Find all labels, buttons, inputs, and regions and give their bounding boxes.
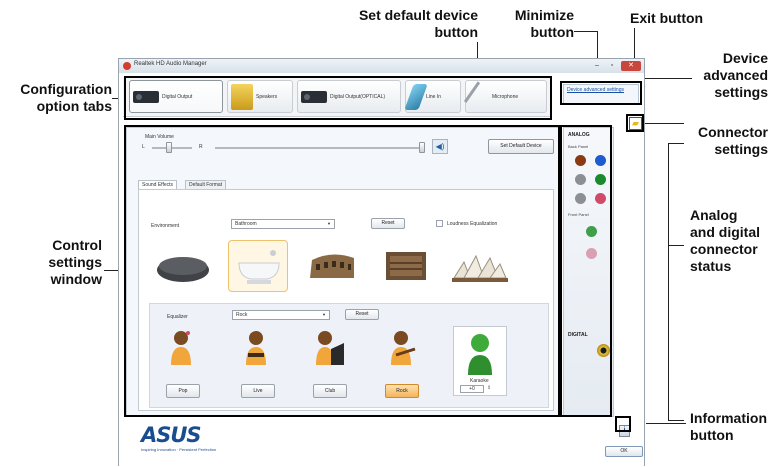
title-bar: Realtek HD Audio Manager – ▫ ✕ <box>119 59 644 73</box>
highlight-device-advanced <box>560 81 642 105</box>
annotation-information-button: Information button <box>690 410 767 443</box>
leader-minimize <box>574 31 598 32</box>
highlight-control-settings <box>124 125 560 417</box>
leader-exit <box>634 28 635 62</box>
highlight-connector-settings <box>626 114 644 132</box>
highlight-connector-status <box>560 125 612 417</box>
annotation-control-settings-window: Control settings window <box>48 237 102 287</box>
annotation-minimize-button: Minimize button <box>514 7 574 40</box>
highlight-information <box>615 416 631 432</box>
annotation-analog-digital-status: Analog and digital connector status <box>690 207 760 274</box>
leader-information <box>646 423 686 424</box>
annotation-exit-button: Exit button <box>630 10 704 26</box>
highlight-configuration-tabs <box>124 76 552 120</box>
ok-button[interactable]: OK <box>605 446 643 457</box>
leader-analog-status-h2 <box>668 420 684 421</box>
leader-connector-settings <box>644 123 684 124</box>
leader-analog-status-mid <box>668 245 684 246</box>
footer: ASUS Inspiring Innovation · Persistent P… <box>119 419 644 467</box>
app-icon <box>123 62 131 70</box>
annotation-connector-settings: Connector settings <box>698 124 768 157</box>
annotation-device-advanced-settings: Device advanced settings <box>703 50 768 100</box>
leader-analog-status-v <box>668 143 669 420</box>
minimize-button[interactable]: – <box>590 61 604 71</box>
asus-logo: ASUS <box>141 423 202 447</box>
close-button[interactable]: ✕ <box>621 61 641 71</box>
window-title: Realtek HD Audio Manager <box>134 61 207 67</box>
asus-tagline: Inspiring Innovation · Persistent Perfec… <box>141 447 217 452</box>
annotation-set-default-device-button: Set default device button <box>358 7 478 40</box>
leader-analog-status-h <box>668 143 684 144</box>
maximize-button[interactable]: ▫ <box>605 61 619 71</box>
leader-device-advanced <box>642 78 692 79</box>
annotation-configuration-option-tabs: Configuration option tabs <box>20 81 112 114</box>
